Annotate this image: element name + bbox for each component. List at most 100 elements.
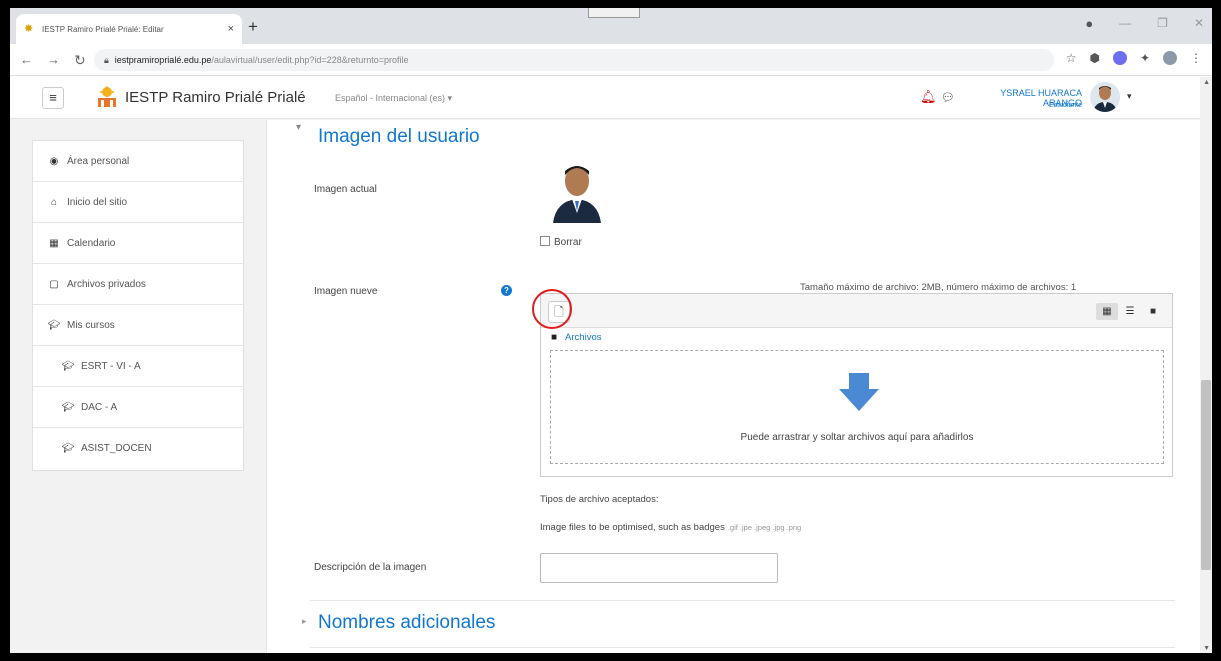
delete-picture-checkbox[interactable]: Borrar (540, 236, 582, 248)
tab-strip: ✸ IESTP Ramiro Prialé Prialé: Editar × +… (10, 8, 1212, 44)
sidebar-item-course[interactable]: 🎓︎ DAC - A (33, 387, 243, 428)
file-manager-toolbar: 🗋︎ ▦ ☰ ■ (541, 294, 1172, 328)
file-manager: 🗋︎ ▦ ☰ ■ ■ Archivos Puede arrastrar y sol… (540, 293, 1173, 477)
accepted-extensions: .gif .jpe .jpeg .jpg .png (727, 523, 802, 532)
current-user-picture (548, 157, 606, 223)
sidebar-item-area-personal[interactable]: ◉ Área personal (33, 141, 243, 182)
sidebar-item-label: ASIST_DOCEN (81, 443, 152, 454)
graduation-cap-icon: 🎓︎ (61, 443, 75, 454)
sidebar-item-label: Archivos privados (67, 278, 146, 290)
sidebar-item-label: Calendario (67, 237, 116, 249)
minimize-icon[interactable]: — (1119, 16, 1131, 31)
url-path: /aulavirtual/user/edit.php?id=228&return… (211, 55, 409, 65)
browser-tab[interactable]: ✸ IESTP Ramiro Prialé Prialé: Editar × (16, 14, 242, 44)
current-image-label: Imagen actual (314, 184, 377, 195)
image-description-label: Descripción de la imagen (314, 562, 427, 573)
messages-icon[interactable]: 💬︎ (941, 91, 955, 104)
window-controls: ● — ❐ ✕ (1085, 16, 1204, 31)
scrollbar-thumb[interactable] (1201, 380, 1211, 570)
folder-icon: ■ (551, 332, 558, 343)
language-menu[interactable]: Español - Internacional (es) ▾ (335, 93, 452, 104)
accepted-types-label: Tipos de archivo aceptados: (540, 494, 659, 505)
file-drop-zone[interactable]: Puede arrastrar y soltar archivos aquí p… (550, 350, 1164, 464)
browser-window: ✸ IESTP Ramiro Prialé Prialé: Editar × +… (10, 8, 1212, 653)
graduation-cap-icon: 🎓︎ (61, 360, 75, 372)
accepted-types-text: Image files to be optimised, such as bad… (540, 522, 725, 533)
menu-kebab-icon[interactable]: ⋮ (1190, 51, 1202, 65)
tab-close-icon[interactable]: × (228, 23, 234, 35)
navigation-buttons: ← → ↻ (20, 52, 86, 69)
screen-frame: ✸ IESTP Ramiro Prialé Prialé: Editar × +… (0, 0, 1221, 661)
view-list-icon[interactable]: ☰ (1119, 303, 1141, 320)
drop-arrow-icon (839, 373, 879, 411)
sidebar-item-label: ESRT - VI - A (81, 360, 141, 372)
delete-label: Borrar (554, 237, 582, 248)
file-icon: ▢ (49, 278, 59, 290)
sidebar-item-archivos[interactable]: ▢ Archivos privados (33, 264, 243, 305)
section-collapse-icon[interactable]: ▾ (296, 122, 301, 133)
highlight-circle (532, 289, 572, 329)
home-icon: ⌂ (50, 196, 58, 208)
url-field[interactable]: 🔒︎ iestpramiroprialé.edu.pe /aulavirtual… (94, 49, 1054, 71)
bookmark-star-icon[interactable]: ☆ (1066, 51, 1077, 65)
graduation-cap-icon: 🎓︎ (61, 401, 75, 413)
sidebar-item-course[interactable]: 🎓︎ ESRT - VI - A (33, 346, 243, 387)
view-icons-icon[interactable]: ▦ (1096, 303, 1118, 320)
section-divider (310, 647, 1175, 648)
accepted-types-description: Image files to be optimised, such as bad… (540, 522, 801, 533)
window-notch (588, 8, 640, 18)
site-logo-icon (98, 85, 116, 107)
sidebar-item-course[interactable]: 🎓︎ ASIST_DOCEN (33, 428, 243, 469)
file-path-breadcrumb: ■ Archivos (551, 332, 601, 343)
profile-indicator-icon[interactable]: ● (1085, 16, 1093, 31)
sidebar-item-inicio[interactable]: ⌂ Inicio del sitio (33, 182, 243, 223)
puzzle-icon[interactable]: ✦ (1140, 51, 1150, 65)
address-bar-row: ← → ↻ 🔒︎ iestpramiroprialé.edu.pe /aulav… (10, 44, 1212, 76)
hamburger-menu-button[interactable]: ≡ (42, 87, 64, 109)
close-window-icon[interactable]: ✕ (1194, 16, 1204, 31)
image-description-field[interactable] (540, 553, 778, 583)
files-link[interactable]: Archivos (565, 332, 601, 343)
url-host: iestpramiroprialé.edu.pe (114, 55, 212, 65)
lock-icon: 🔒︎ (104, 54, 109, 65)
avatar-image-icon (1090, 82, 1120, 112)
sidebar-item-label: Inicio del sitio (67, 196, 128, 208)
scroll-down-icon[interactable]: ▼ (1203, 645, 1210, 652)
extension-icon[interactable]: ⬢ (1089, 51, 1099, 65)
section-divider (310, 600, 1175, 601)
dashboard-icon: ◉ (49, 155, 59, 167)
new-image-label: Imagen nueve (314, 286, 378, 297)
calendar-icon: ▦ (49, 237, 59, 249)
site-name[interactable]: IESTP Ramiro Prialé Prialé (125, 89, 306, 106)
section-expand-icon[interactable]: ▸ (302, 616, 307, 627)
maximize-icon[interactable]: ❐ (1157, 16, 1168, 31)
help-icon[interactable]: ? (501, 285, 512, 296)
max-file-size-text: Tamaño máximo de archivo: 2MB, número má… (800, 282, 1077, 293)
tab-title: IESTP Ramiro Prialé Prialé: Editar (42, 24, 164, 34)
user-menu-caret[interactable]: ▾ (1127, 91, 1132, 102)
profile-avatar-icon[interactable] (1163, 51, 1177, 65)
new-tab-button[interactable]: + (248, 18, 258, 36)
scroll-up-icon[interactable]: ▲ (1203, 79, 1210, 86)
nav-drawer: ◉ Área personal ⌂ Inicio del sitio ▦ Cal… (32, 140, 244, 471)
notification-bell-icon[interactable]: 🔔︎ (920, 89, 937, 105)
section-title[interactable]: Imagen del usuario (318, 126, 480, 148)
reload-icon[interactable]: ↻ (74, 52, 86, 69)
back-icon[interactable]: ← (20, 52, 33, 69)
sidebar-item-label: Área personal (67, 155, 130, 167)
site-navbar: ≡ IESTP Ramiro Prialé Prialé Español - I… (10, 77, 1212, 119)
user-role: Estudiante (1048, 102, 1082, 109)
view-mode-buttons: ▦ ☰ ■ (1096, 303, 1164, 320)
sidebar-item-calendario[interactable]: ▦ Calendario (33, 223, 243, 264)
extension-circle-icon[interactable] (1112, 51, 1127, 65)
sidebar-item-label: Mis cursos (67, 319, 115, 331)
user-avatar[interactable] (1090, 82, 1120, 112)
sidebar-item-mis-cursos[interactable]: 🎓︎ Mis cursos (33, 305, 243, 346)
forward-icon[interactable]: → (47, 52, 60, 69)
additional-names-section-title[interactable]: Nombres adicionales (318, 612, 495, 634)
drop-zone-text: Puede arrastrar y soltar archivos aquí p… (740, 432, 974, 443)
extension-icons: ☆ ⬢ ✦ ⋮ (1066, 51, 1202, 65)
graduation-cap-icon: 🎓︎ (47, 319, 61, 331)
checkbox-box[interactable] (540, 236, 550, 246)
view-tree-icon[interactable]: ■ (1142, 303, 1164, 320)
